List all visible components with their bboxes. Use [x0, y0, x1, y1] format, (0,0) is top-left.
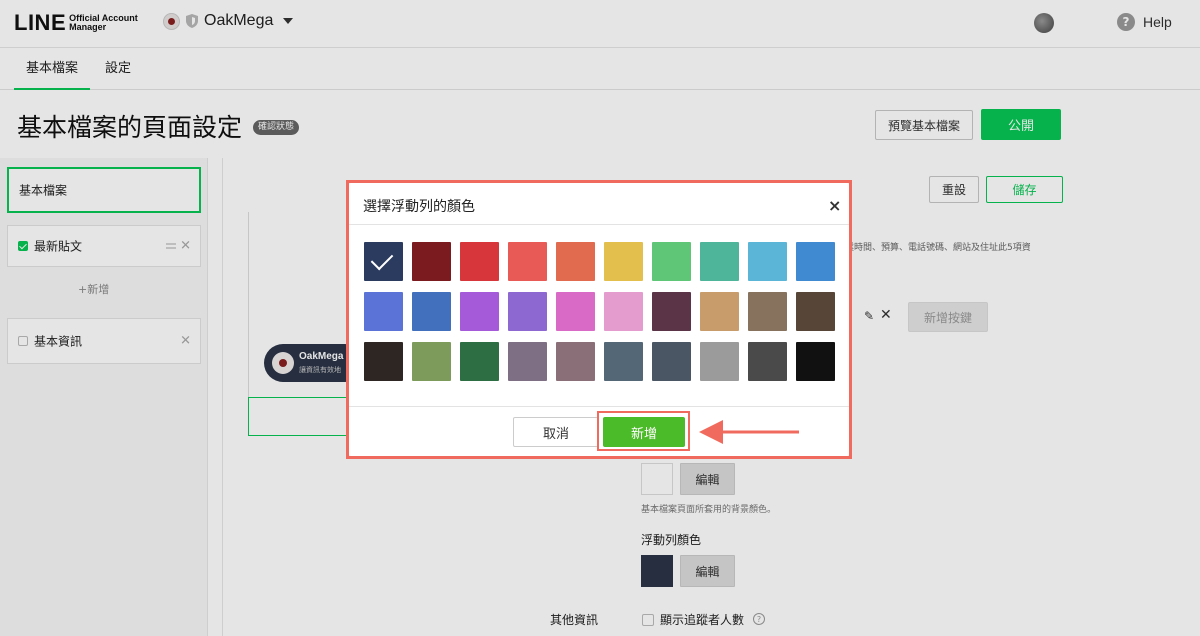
color-swatch[interactable]	[508, 242, 547, 281]
color-swatch[interactable]	[364, 242, 403, 281]
color-swatch[interactable]	[796, 242, 835, 281]
color-swatch[interactable]	[796, 342, 835, 381]
color-swatch[interactable]	[700, 242, 739, 281]
color-swatch[interactable]	[508, 292, 547, 331]
color-swatch[interactable]	[412, 242, 451, 281]
divider	[349, 224, 849, 225]
modal-title: 選擇浮動列的顏色	[363, 199, 475, 215]
arrow-left-icon	[699, 420, 799, 444]
add-button[interactable]: 新增	[603, 417, 685, 447]
color-swatch[interactable]	[508, 342, 547, 381]
color-swatch[interactable]	[460, 342, 499, 381]
color-swatch[interactable]	[652, 242, 691, 281]
color-swatch[interactable]	[700, 292, 739, 331]
color-swatch[interactable]	[364, 292, 403, 331]
color-swatch[interactable]	[460, 242, 499, 281]
color-swatch[interactable]	[460, 292, 499, 331]
color-swatch[interactable]	[796, 292, 835, 331]
color-swatch[interactable]	[604, 342, 643, 381]
checkmark-icon	[370, 247, 394, 271]
color-swatch[interactable]	[604, 242, 643, 281]
color-swatch[interactable]	[412, 292, 451, 331]
color-swatch[interactable]	[556, 242, 595, 281]
color-swatch[interactable]	[652, 342, 691, 381]
divider	[349, 406, 849, 407]
color-swatch[interactable]	[748, 342, 787, 381]
color-swatch[interactable]	[412, 342, 451, 381]
cancel-button[interactable]: 取消	[513, 417, 599, 447]
close-icon[interactable]: ×	[828, 196, 841, 215]
color-swatch[interactable]	[652, 292, 691, 331]
color-swatch[interactable]	[700, 342, 739, 381]
color-swatch[interactable]	[604, 292, 643, 331]
color-swatch[interactable]	[364, 342, 403, 381]
color-swatch[interactable]	[748, 242, 787, 281]
color-swatch[interactable]	[748, 292, 787, 331]
color-swatch[interactable]	[556, 292, 595, 331]
color-swatch[interactable]	[556, 342, 595, 381]
